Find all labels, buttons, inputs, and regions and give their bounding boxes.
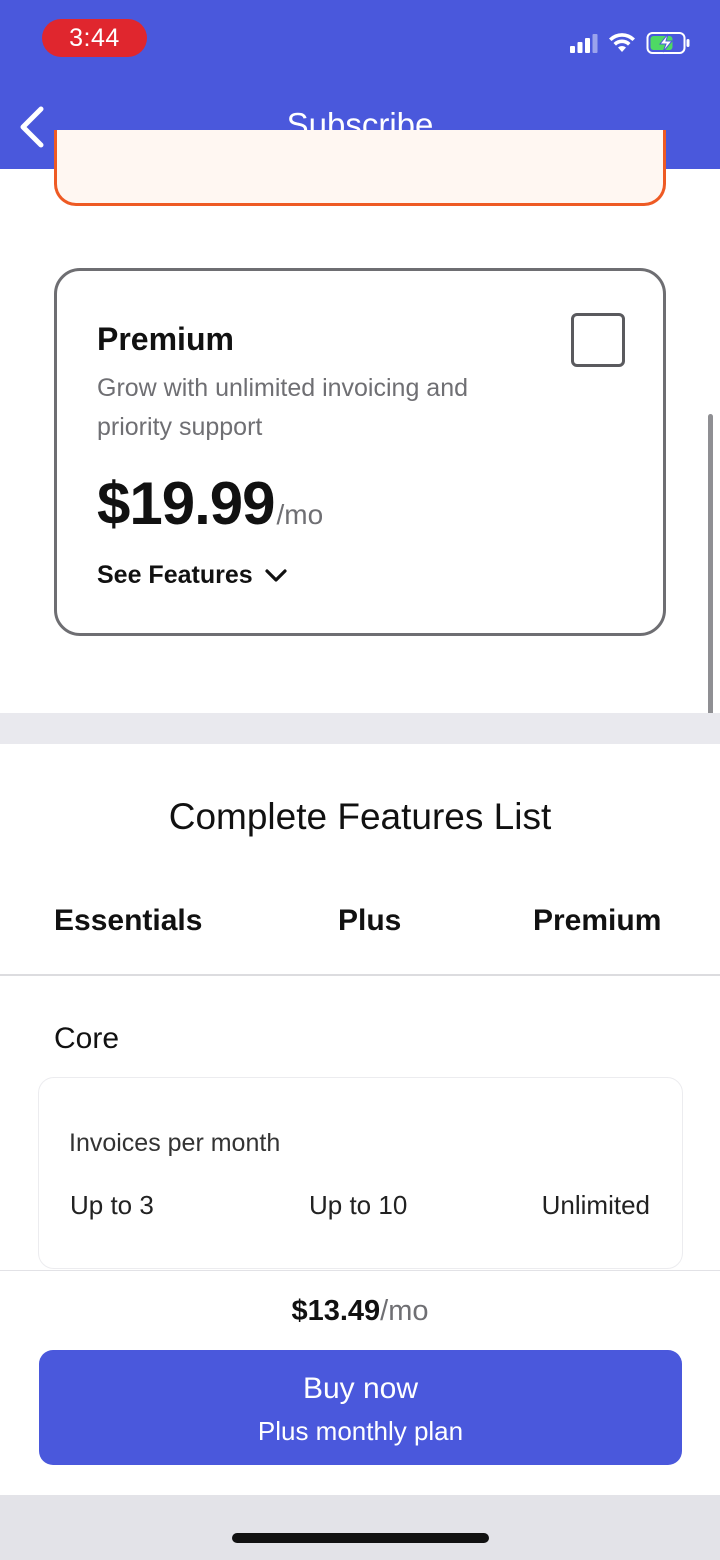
purchase-panel: $13.49/mo Buy now Plus monthly plan <box>0 1270 720 1495</box>
plan-price: $19.99 /mo <box>97 469 323 538</box>
column-header-essentials: Essentials <box>54 904 203 937</box>
feature-row-card: Invoices per month Up to 3 Up to 10 Unli… <box>38 1077 683 1269</box>
buy-now-label: Buy now <box>302 1372 419 1405</box>
see-features-label: See Features <box>97 561 253 589</box>
plan-card-premium[interactable]: Premium Grow with unlimited invoicing an… <box>54 268 666 636</box>
column-header-plus: Plus <box>338 904 402 937</box>
plan-price-amount: $19.99 <box>97 470 276 537</box>
selected-plan-price: $13.49/mo <box>0 1295 720 1328</box>
column-header-premium: Premium <box>533 904 662 937</box>
feature-section-title: Core <box>54 1022 120 1055</box>
plan-price-unit: /mo <box>276 499 324 530</box>
feature-name: Invoices per month <box>69 1129 281 1157</box>
feature-value-premium: Unlimited <box>541 1190 650 1220</box>
signal-icon <box>570 33 598 58</box>
buy-now-sublabel: Plus monthly plan <box>257 1416 464 1446</box>
chevron-down-icon <box>265 568 287 582</box>
home-indicator-area <box>0 1495 720 1560</box>
column-header-divider <box>0 974 720 976</box>
features-title: Complete Features List <box>168 796 552 837</box>
see-features-toggle[interactable]: See Features <box>97 561 287 590</box>
status-icons <box>570 30 692 60</box>
buy-now-button[interactable]: Buy now Plus monthly plan <box>39 1350 682 1465</box>
battery-charging-icon <box>646 31 692 60</box>
section-divider <box>0 713 720 744</box>
selected-price-amount: $13.49 <box>291 1295 381 1327</box>
wifi-icon <box>608 32 636 59</box>
plan-select-checkbox[interactable] <box>571 313 625 367</box>
feature-value-plus: Up to 10 <box>309 1190 408 1220</box>
home-indicator[interactable] <box>232 1533 489 1543</box>
previous-plan-card[interactable] <box>54 130 666 206</box>
plan-name: Premium <box>97 321 234 357</box>
selected-price-unit: /mo <box>380 1295 429 1327</box>
plan-description: Grow with unlimited invoicing and priori… <box>97 374 469 441</box>
feature-value-essentials: Up to 3 <box>70 1190 154 1220</box>
scrollbar[interactable] <box>708 414 713 744</box>
status-time: 3:44 <box>42 19 147 57</box>
